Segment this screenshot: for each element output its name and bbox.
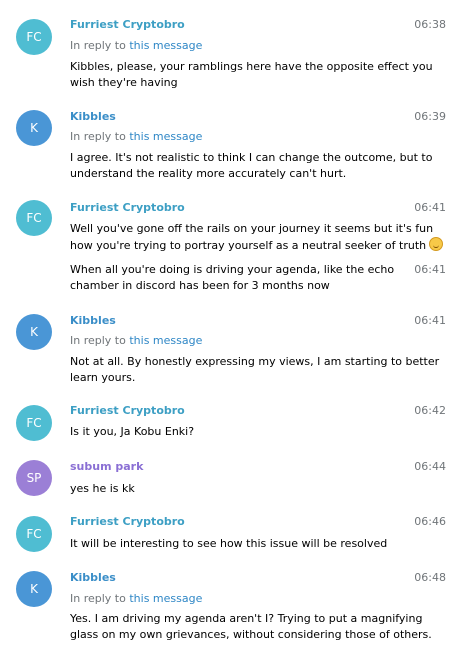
message-text-content: Well you've gone off the rails on your j…	[70, 222, 434, 252]
message-author[interactable]: Kibbles	[70, 110, 116, 124]
message-time: 06:42	[414, 404, 446, 417]
reply-prefix: In reply to	[70, 130, 126, 143]
avatar[interactable]: FC	[16, 516, 52, 552]
reply-reference: In reply to this message	[70, 130, 202, 144]
message-time: 06:41	[414, 314, 446, 327]
message-time: 06:38	[414, 18, 446, 31]
message-time: 06:46	[414, 515, 446, 528]
reply-prefix: In reply to	[70, 334, 126, 347]
grinning-sweat-emoji	[429, 237, 444, 251]
message-text: Not at all. By honestly expressing my vi…	[70, 355, 440, 384]
chat-history: FC Furriest Cryptobro 06:38 In reply to …	[0, 0, 474, 666]
message-author[interactable]: Kibbles	[70, 571, 116, 585]
avatar[interactable]: SP	[16, 460, 52, 496]
message-time: 06:39	[414, 110, 446, 123]
avatar[interactable]: K	[16, 110, 52, 146]
message-text: Well you've gone off the rails on your j…	[70, 221, 448, 254]
message-text: Yes. I am driving my agenda aren't I? Tr…	[70, 612, 432, 641]
reply-reference: In reply to this message	[70, 592, 202, 606]
avatar[interactable]: K	[16, 314, 52, 350]
avatar[interactable]: FC	[16, 19, 52, 55]
message-text: Is it you, Ja Kobu Enki?	[70, 425, 195, 438]
message-author[interactable]: subum park	[70, 460, 143, 474]
message-text: Kibbles, please, your ramblings here hav…	[70, 60, 433, 89]
message-text: It will be interesting to see how this i…	[70, 537, 388, 550]
avatar[interactable]: FC	[16, 200, 52, 236]
message-time: 06:48	[414, 571, 446, 584]
avatar[interactable]: K	[16, 571, 52, 607]
reply-link[interactable]: this message	[129, 334, 202, 347]
reply-link[interactable]: this message	[129, 592, 202, 605]
message-author[interactable]: Kibbles	[70, 314, 116, 328]
reply-reference: In reply to this message	[70, 334, 202, 348]
message-text: I agree. It's not realistic to think I c…	[70, 151, 433, 180]
reply-link[interactable]: this message	[129, 130, 202, 143]
reply-reference: In reply to this message	[70, 39, 202, 53]
message-author[interactable]: Furriest Cryptobro	[70, 515, 185, 529]
message-text: yes he is kk	[70, 482, 135, 495]
message-text: When all you're doing is driving your ag…	[70, 263, 395, 292]
reply-prefix: In reply to	[70, 39, 126, 52]
avatar[interactable]: FC	[16, 405, 52, 441]
message-time: 06:44	[414, 460, 446, 473]
reply-link[interactable]: this message	[129, 39, 202, 52]
message-author[interactable]: Furriest Cryptobro	[70, 18, 185, 32]
message-author[interactable]: Furriest Cryptobro	[70, 404, 185, 418]
message-author[interactable]: Furriest Cryptobro	[70, 201, 185, 215]
reply-prefix: In reply to	[70, 592, 126, 605]
message-time: 06:41	[414, 201, 446, 214]
